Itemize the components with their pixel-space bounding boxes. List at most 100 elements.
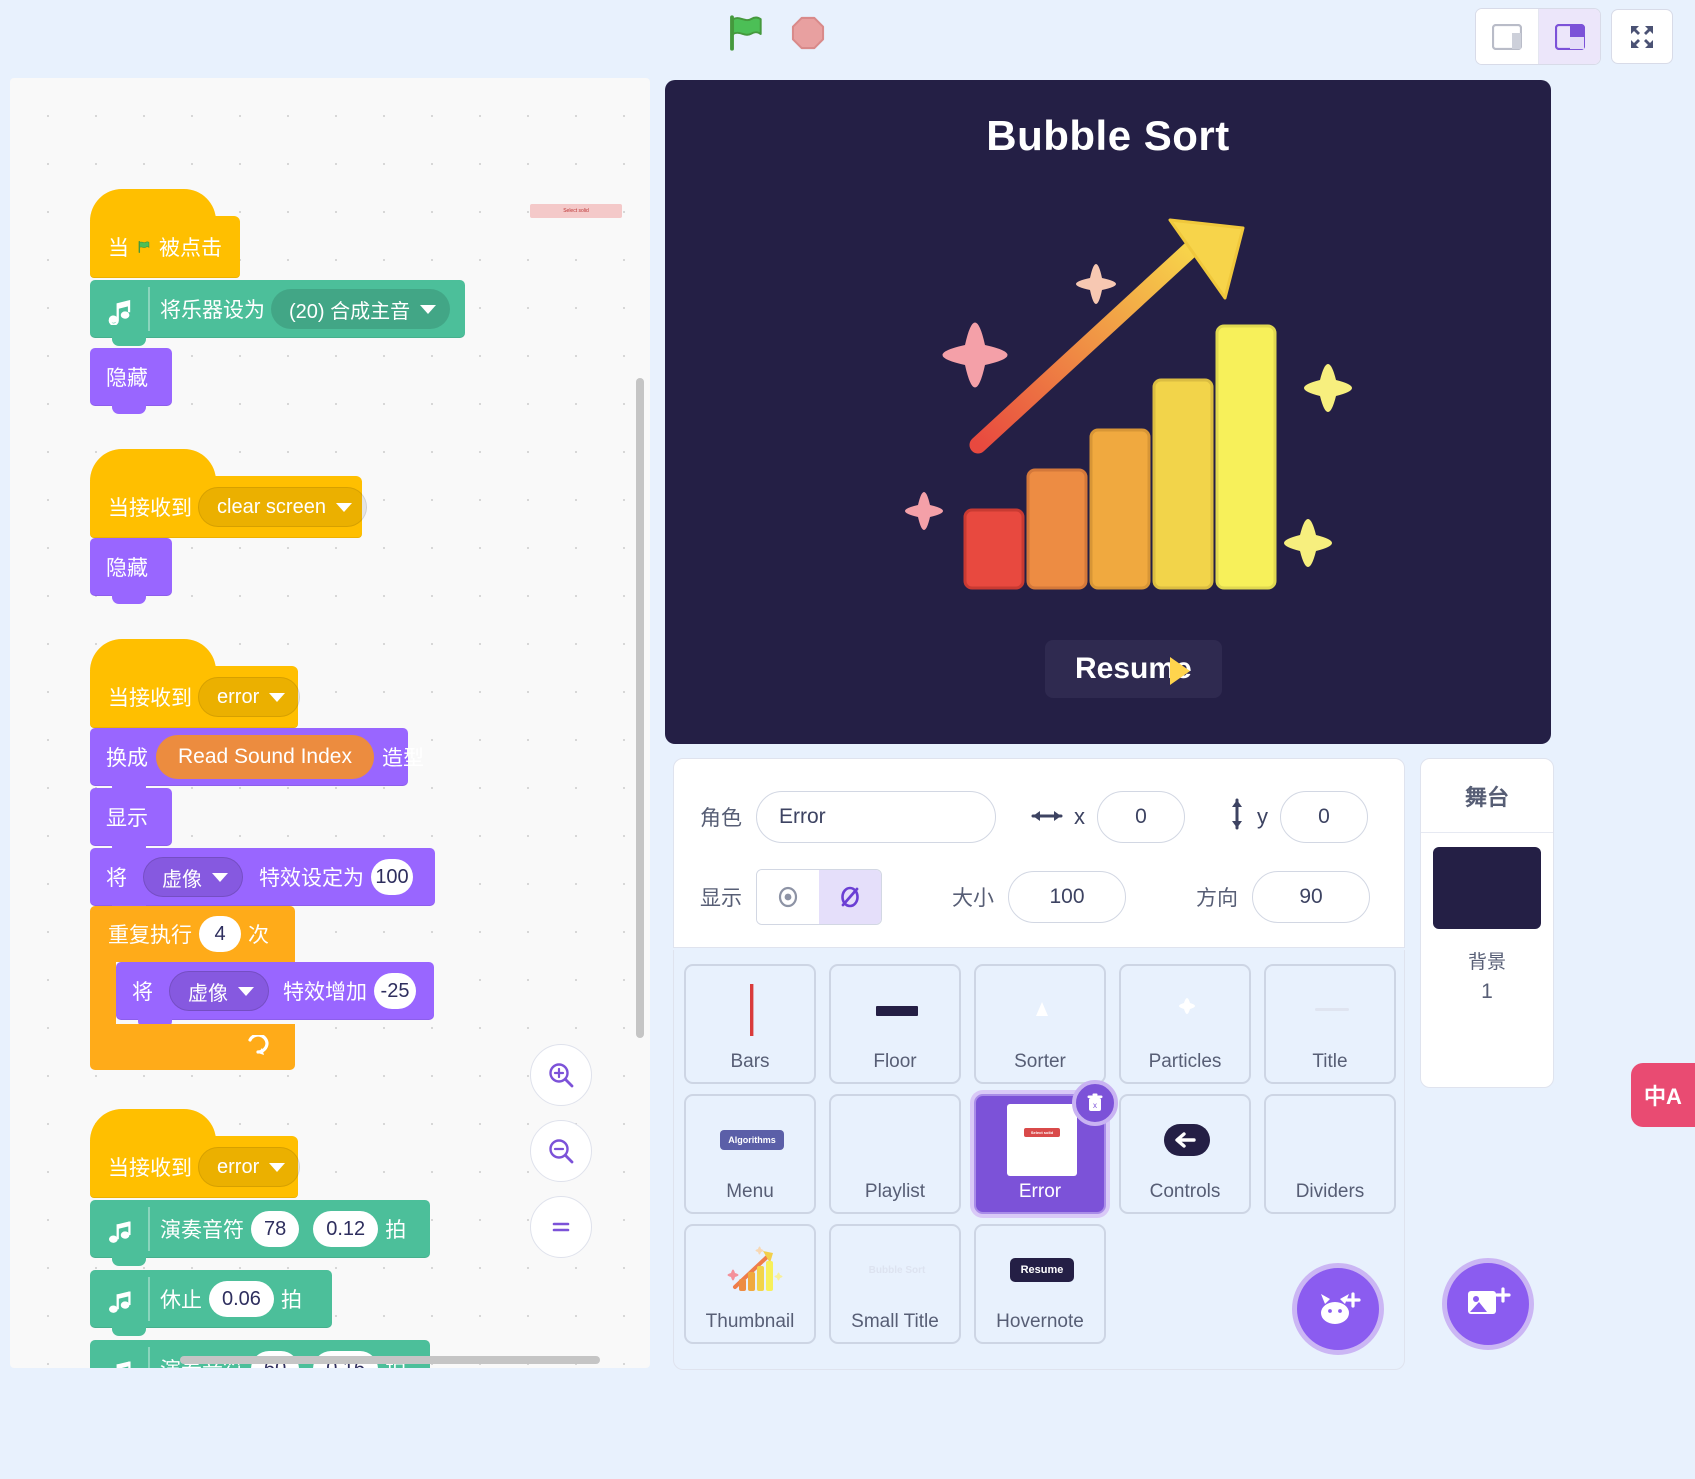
delete-sprite-button[interactable]: x [1072,1080,1118,1126]
zoom-in-icon [549,1063,574,1088]
stage-resume-badge[interactable]: Resume [1045,640,1222,698]
sprite-tile-label: Controls [1149,1181,1221,1202]
block-set-effect[interactable]: 将 虚像 特效设定为 100 [90,848,435,914]
sprite-y-input[interactable]: 0 [1280,791,1368,843]
mini-tag-text: Select solid [563,208,589,214]
sprite-tile-bars[interactable]: Bars [684,964,816,1084]
sprite-tile-dividers[interactable]: Dividers [1264,1094,1396,1214]
size-label: 大小 [952,887,994,910]
sprite-tile-label: Hovernote [996,1311,1084,1332]
backdrop-count: 1 [1481,980,1493,1003]
note-input[interactable]: 78 [251,1211,300,1247]
block-hide-1[interactable]: 隐藏 [90,348,172,414]
hat-when-receive-error-1[interactable]: 当接收到 error [90,639,301,728]
sprite-tile-particles[interactable]: Particles [1119,964,1251,1084]
zoom-out-button[interactable] [530,1120,592,1182]
chevron-down-icon [269,692,286,702]
block-rest[interactable]: 休止 0.06 拍 [90,1270,332,1336]
play-triangle-icon [1170,657,1190,685]
sprite-tile-sorter[interactable]: Sorter [974,964,1106,1084]
sprite-tile-floor[interactable]: Floor [829,964,961,1084]
eye-icon [778,886,798,908]
sprite-tile-menu[interactable]: Algorithms Menu [684,1094,816,1214]
block-show[interactable]: 显示 [90,788,172,854]
sprite-name-input[interactable]: Error [756,791,996,843]
green-flag-icon[interactable] [725,12,767,54]
change-effect-input[interactable]: -25 [374,973,416,1009]
beats-input[interactable]: 0.12 [313,1211,379,1247]
add-backdrop-button[interactable] [1442,1258,1534,1350]
effect-value-input[interactable]: 100 [371,859,413,895]
sprite-tile-label: Floor [873,1051,917,1072]
small-stage-button[interactable] [1476,9,1538,64]
message-dropdown[interactable]: clear screen [198,487,367,527]
translate-button[interactable]: 中A [1631,1063,1695,1127]
message-dropdown[interactable]: error [198,677,301,717]
add-sprite-button[interactable] [1292,1263,1384,1355]
effect-dropdown[interactable]: 虚像 [169,971,269,1011]
sprite-thumbnail: Resume [976,1232,1108,1308]
zoom-in-button[interactable] [530,1044,592,1106]
size-value: 100 [1049,885,1085,908]
sprite-tile-label: Error [1018,1181,1062,1202]
stage-bar-0 [963,508,1025,590]
workspace-zoom-controls [530,1044,592,1258]
reporter-read-sound-index[interactable]: Read Sound Index [156,735,374,779]
block-switch-costume[interactable]: 换成 Read Sound Index 造型 [90,728,424,794]
green-flag-icon [138,241,150,253]
message-value: error [217,1155,260,1178]
sprite-thumbnail [1266,1102,1398,1178]
instrument-dropdown[interactable]: (20) 合成主音 [271,289,451,329]
hide-sprite-button[interactable] [819,870,881,924]
block-repeat[interactable]: 重复执行 4 次 将 虚像 特效增加 -25 [90,906,434,1070]
hat-when-flag-clicked[interactable]: 当 被点击 [90,189,240,278]
sprite-direction-input[interactable]: 90 [1252,871,1370,923]
sprite-tile-hovernote[interactable]: Resume Hovernote [974,1224,1106,1344]
repeat-count-input[interactable]: 4 [199,916,241,952]
sprite-tile-playlist[interactable]: Playlist [829,1094,961,1214]
block-label-a: 将 [132,981,153,1004]
sprite-tile-label: Thumbnail [705,1311,795,1332]
sprite-tile-label: Particles [1148,1051,1222,1072]
large-stage-button[interactable] [1538,9,1600,64]
beats-number: 0.12 [326,1217,366,1240]
sprite-size-input[interactable]: 100 [1008,871,1126,923]
stage[interactable]: Bubble Sort Resume [665,80,1551,744]
sprite-name-label: 角色 [700,807,742,830]
sprite-x-input[interactable]: 0 [1097,791,1185,843]
sprite-tile-title[interactable]: Title [1264,964,1396,1084]
sparkle-icon [942,322,1008,388]
sprite-tile-thumbnail[interactable]: Thumbnail [684,1224,816,1344]
code-workspace[interactable]: Select solid 当 被点击 将乐器设为 (20) 合成主音 隐藏 当接… [10,78,650,1368]
stop-sign-icon[interactable] [789,14,827,52]
effect-dropdown[interactable]: 虚像 [143,857,243,897]
run-controls [725,12,827,54]
block-change-effect[interactable]: 将 虚像 特效增加 -25 [116,962,434,1028]
stage-size-segment [1475,8,1601,65]
block-hide-2[interactable]: 隐藏 [90,538,172,604]
workspace-vertical-scrollbar[interactable] [636,378,644,1038]
zoom-reset-button[interactable] [530,1196,592,1258]
repeat-header: 重复执行 4 次 [90,906,295,962]
hat-when-receive-error-2[interactable]: 当接收到 error [90,1109,301,1198]
direction-value: 90 [1299,885,1323,908]
sprite-thumbnail [976,972,1108,1048]
music-note-icon [106,1207,150,1251]
stage-backdrop-thumbnail[interactable] [1433,847,1541,929]
message-dropdown[interactable]: error [198,1147,301,1187]
hat-post-label: 被点击 [159,237,222,260]
rest-beats-input[interactable]: 0.06 [209,1281,274,1317]
block-set-instrument[interactable]: 将乐器设为 (20) 合成主音 [90,280,465,346]
show-sprite-button[interactable] [757,870,819,924]
sprite-tile-controls[interactable]: Controls [1119,1094,1251,1214]
sprite-name-value: Error [779,805,826,828]
workspace-horizontal-scrollbar[interactable] [180,1356,600,1364]
block-play-note-1[interactable]: 演奏音符 78 0.12 拍 [90,1200,430,1266]
sprite-tile-error[interactable]: Select solid Error x [974,1080,1118,1214]
sprite-tile-small-title[interactable]: Bubble Sort Small Title [829,1224,961,1344]
hat-when-receive-clear-screen[interactable]: 当接收到 clear screen [90,449,367,538]
sprite-thumbnail [831,1102,963,1178]
fullscreen-button[interactable] [1611,9,1673,64]
eye-slash-icon [841,886,859,908]
zoom-reset-icon [552,1222,570,1232]
